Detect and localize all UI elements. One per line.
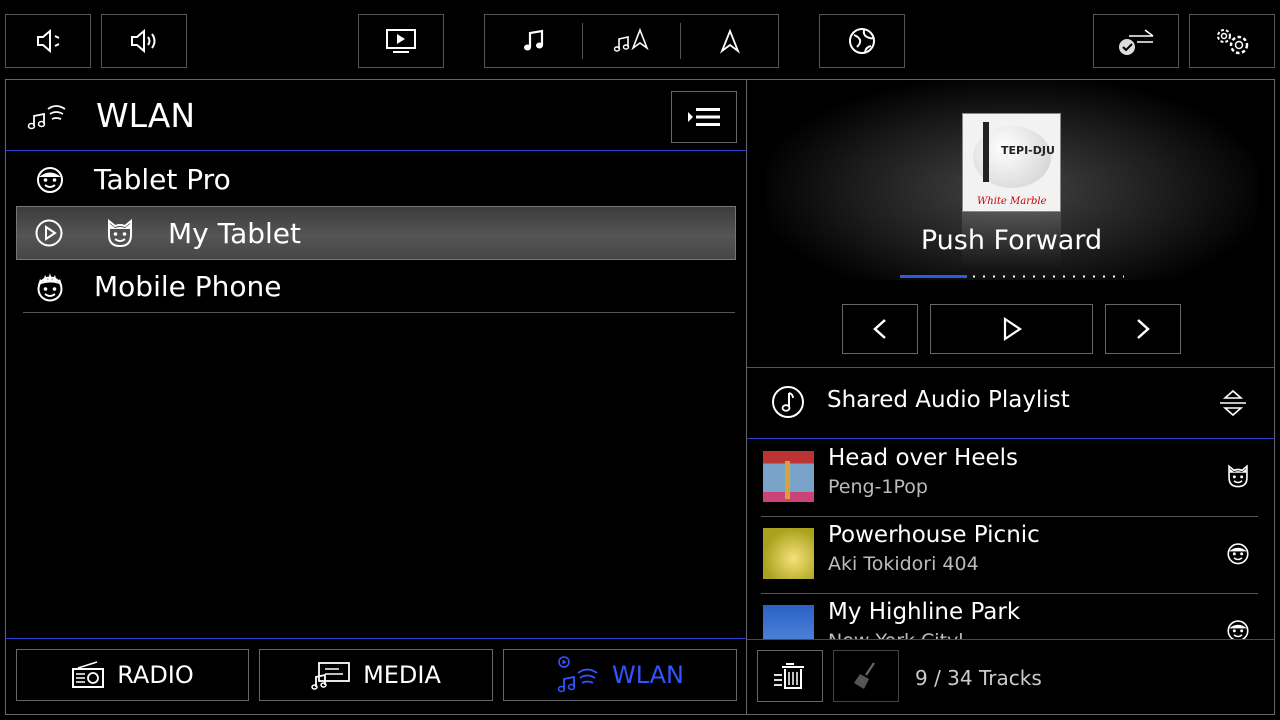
delete-button[interactable] bbox=[757, 650, 823, 702]
album-text-top: TEPI-DJU bbox=[1001, 144, 1055, 157]
settings-icon bbox=[1217, 29, 1249, 55]
source-radio-button[interactable]: RADIO bbox=[16, 649, 249, 701]
source-label: MEDIA bbox=[363, 661, 441, 689]
mute-icon bbox=[37, 28, 60, 54]
progress-dot bbox=[983, 275, 985, 278]
playlist-header[interactable]: Shared Audio Playlist bbox=[747, 367, 1274, 439]
expand-collapse-icon[interactable] bbox=[1218, 387, 1248, 421]
page-title: WLAN bbox=[96, 96, 196, 135]
volume-button[interactable] bbox=[101, 14, 187, 68]
playlist-footer: 9 / 34 Tracks bbox=[747, 639, 1274, 715]
device-name: Mobile Phone bbox=[94, 269, 282, 303]
cat-face-icon bbox=[108, 218, 132, 248]
chevron-left-icon bbox=[873, 319, 886, 339]
play-circle-icon[interactable] bbox=[34, 218, 64, 248]
track-item-artist: Aki Tokidori 404 bbox=[828, 553, 979, 575]
play-icon bbox=[1003, 316, 1022, 342]
connection-check-icon bbox=[1119, 29, 1154, 55]
playlist-title: Shared Audio Playlist bbox=[827, 387, 1070, 413]
spiky-face-icon bbox=[37, 273, 63, 302]
track-thumbnail bbox=[763, 451, 814, 502]
music-icon bbox=[523, 29, 543, 51]
cat-face-icon bbox=[1228, 464, 1248, 488]
music-nav-button[interactable] bbox=[583, 15, 680, 67]
user-face-icon bbox=[1227, 620, 1249, 639]
track-count: 9 / 34 Tracks bbox=[915, 666, 1042, 690]
track-thumbnail bbox=[763, 528, 814, 579]
progress-dot bbox=[1053, 275, 1055, 278]
user-face-icon bbox=[37, 167, 63, 193]
navigation-button[interactable] bbox=[681, 15, 778, 67]
wlan-music-icon bbox=[27, 105, 66, 130]
device-name: My Tablet bbox=[168, 216, 302, 250]
progress-dot bbox=[1093, 275, 1095, 278]
device-item-tablet-pro[interactable]: Tablet Pro bbox=[16, 152, 736, 206]
list-item[interactable]: Head over Heels Peng-1Pop bbox=[761, 439, 1257, 516]
navigation-icon bbox=[719, 28, 740, 54]
track-thumbnail bbox=[763, 605, 814, 639]
radio-icon bbox=[72, 661, 105, 688]
video-button[interactable] bbox=[358, 14, 444, 68]
list-item[interactable]: Powerhouse Picnic Aki Tokidori 404 bbox=[761, 516, 1257, 593]
progress-dot bbox=[1083, 275, 1085, 278]
music-note-circle-icon bbox=[772, 386, 804, 418]
source-wlan-button[interactable]: WLAN bbox=[503, 649, 737, 701]
music-button[interactable] bbox=[485, 15, 582, 67]
source-label: WLAN bbox=[611, 661, 685, 689]
volume-icon bbox=[131, 28, 156, 54]
device-item-mobile-phone[interactable]: Mobile Phone bbox=[16, 259, 736, 313]
device-list-panel: WLAN Tablet Pro My Tablet Mobile Phone R… bbox=[5, 79, 747, 715]
track-item-title: My Highline Park bbox=[828, 599, 1021, 625]
broom-icon bbox=[854, 662, 875, 689]
wlan-music-icon bbox=[557, 656, 598, 693]
device-item-my-tablet[interactable]: My Tablet bbox=[16, 206, 736, 260]
progress-dot bbox=[993, 275, 995, 278]
music-nav-icon bbox=[613, 27, 649, 52]
progress-dot bbox=[1123, 275, 1124, 278]
connection-button[interactable] bbox=[1093, 14, 1179, 68]
playlist: Head over Heels Peng-1Pop Powerhouse Pic… bbox=[747, 439, 1274, 639]
globe-icon bbox=[849, 28, 875, 54]
mute-button[interactable] bbox=[5, 14, 91, 68]
track-item-artist: New York Cityl... bbox=[828, 630, 982, 639]
source-label: RADIO bbox=[117, 661, 194, 689]
media-icon bbox=[311, 662, 350, 690]
progress-dot bbox=[1013, 275, 1015, 278]
user-face-icon bbox=[1227, 543, 1249, 565]
album-text-bottom: White Marble bbox=[977, 196, 1047, 207]
progress-dot bbox=[1003, 275, 1005, 278]
clear-button[interactable] bbox=[833, 650, 899, 702]
track-item-artist: Peng-1Pop bbox=[828, 476, 928, 498]
globe-button[interactable] bbox=[819, 14, 905, 68]
menu-button[interactable] bbox=[671, 91, 737, 143]
progress-bar[interactable] bbox=[900, 275, 1124, 278]
progress-dot bbox=[1043, 275, 1045, 278]
progress-dot bbox=[1103, 275, 1105, 278]
audio-nav-group bbox=[484, 14, 779, 68]
progress-dot bbox=[1113, 275, 1115, 278]
progress-dot bbox=[1033, 275, 1035, 278]
previous-button[interactable] bbox=[842, 304, 918, 354]
album-art: TEPI-DJU White Marble bbox=[962, 113, 1061, 212]
video-icon bbox=[386, 29, 416, 53]
progress-dot bbox=[1023, 275, 1025, 278]
list-item[interactable]: My Highline Park New York Cityl... bbox=[761, 593, 1257, 639]
progress-dot bbox=[973, 275, 975, 278]
progress-dot bbox=[1063, 275, 1065, 278]
trash-list-icon bbox=[774, 663, 804, 689]
track-title: Push Forward bbox=[920, 225, 1103, 256]
player-panel: TEPI-DJU White Marble Push Forward Share… bbox=[746, 79, 1275, 715]
settings-button[interactable] bbox=[1189, 14, 1275, 68]
list-menu-icon bbox=[688, 108, 720, 126]
next-button[interactable] bbox=[1105, 304, 1181, 354]
play-button[interactable] bbox=[930, 304, 1093, 354]
source-media-button[interactable]: MEDIA bbox=[259, 649, 493, 701]
device-name: Tablet Pro bbox=[94, 162, 231, 196]
track-item-title: Head over Heels bbox=[828, 445, 1019, 471]
progress-dot bbox=[1073, 275, 1075, 278]
chevron-right-icon bbox=[1137, 319, 1150, 339]
track-item-title: Powerhouse Picnic bbox=[828, 522, 1040, 548]
